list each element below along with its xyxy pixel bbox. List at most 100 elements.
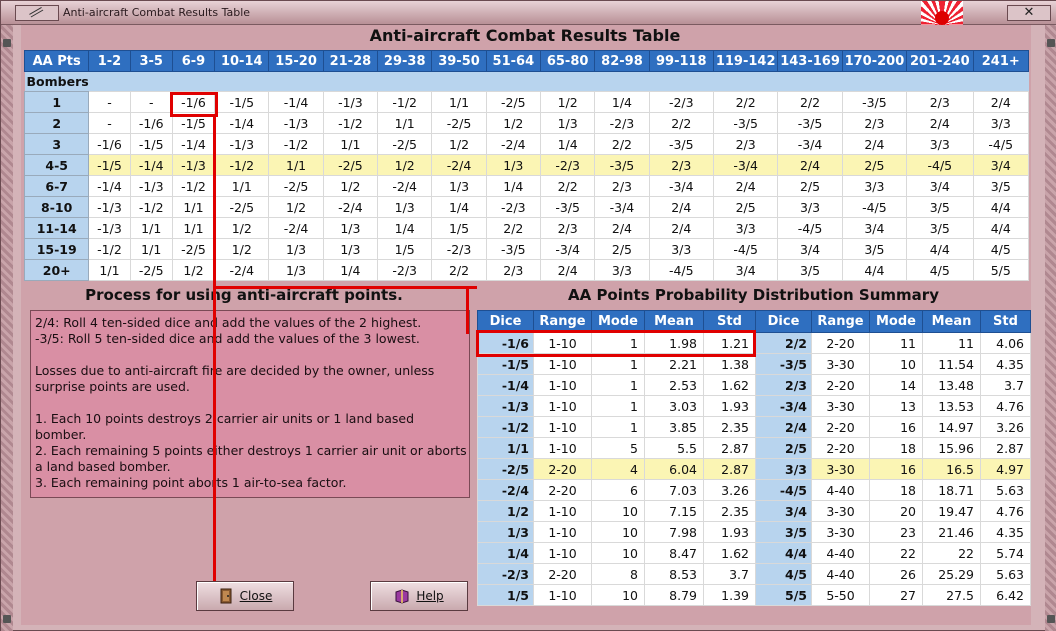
summary-cell: 2.35 <box>703 416 756 438</box>
crt-cell: -2/3 <box>648 91 714 113</box>
summary-cell: 11 <box>922 332 981 354</box>
door-icon <box>218 588 234 604</box>
summary-dice-cell: -3/5 <box>755 353 812 375</box>
crt-cell: 3/3 <box>841 175 908 197</box>
combat-results-table: AA Pts 1-2 3-5 6-9 10-14 15-20 21-28 29-38 39-5… <box>23 50 1029 281</box>
summary-cell: 1-10 <box>533 395 592 417</box>
crt-cell: -2/5 <box>485 91 541 113</box>
crt-cell: 2/2 <box>539 175 596 197</box>
crt-cell: 1/5 <box>377 238 433 260</box>
crt-cell: -1/2 <box>268 133 324 155</box>
summary-dice-cell: 1/4 <box>477 542 534 564</box>
crt-cell: 4/4 <box>906 238 974 260</box>
crt-cell: 3/4 <box>972 154 1029 176</box>
summary-cell: 10 <box>591 542 645 564</box>
summary-column-header: Range <box>533 310 592 333</box>
crt-cell: 1/1 <box>129 217 173 239</box>
help-button[interactable]: Help <box>370 581 468 611</box>
summary-cell: 18.71 <box>922 479 981 501</box>
crt-cell: -2/5 <box>377 133 433 155</box>
crt-cell: 1/4 <box>539 133 596 155</box>
crt-cell: -4/5 <box>712 238 779 260</box>
crt-cell: -1/3 <box>88 196 131 218</box>
crt-cell: -3/5 <box>594 154 650 176</box>
crt-cell: -2/3 <box>539 154 596 176</box>
summary-cell: 3.03 <box>644 395 704 417</box>
window-menu-button[interactable] <box>15 5 59 21</box>
summary-dice-cell: 1/2 <box>477 500 534 522</box>
title-bar[interactable]: Anti-aircraft Combat Results Table ✕ <box>1 1 1056 25</box>
crt-cell: 1/4 <box>322 259 379 281</box>
crt-cell: -4/5 <box>972 133 1029 155</box>
summary-dice-cell: 4/4 <box>755 542 812 564</box>
summary-cell: 2-20 <box>811 332 870 354</box>
summary-cell: 1-10 <box>533 500 592 522</box>
crt-cell: - <box>88 112 131 134</box>
summary-cell: 5.74 <box>980 542 1031 564</box>
crt-cell: 3/3 <box>648 238 714 260</box>
summary-row: -1/2 1-10 1 3.85 2.35 2/4 2-20 16 14.97 3.26 <box>477 416 1031 438</box>
crt-row-label: 3 <box>23 133 90 155</box>
crt-cell: 3/3 <box>594 259 650 281</box>
frame-left-border <box>1 25 13 631</box>
summary-cell: 7.03 <box>644 479 704 501</box>
summary-cell: 25.29 <box>922 563 981 585</box>
crt-cell: -2/3 <box>594 112 650 134</box>
crt-cell: 3/4 <box>841 217 908 239</box>
crt-cell: 1/2 <box>268 196 324 218</box>
summary-row: 1/2 1-10 10 7.15 2.35 3/4 3-30 20 19.47 4.76 <box>477 500 1031 522</box>
summary-cell: 2-20 <box>533 479 592 501</box>
summary-dice-cell: 2/5 <box>755 437 812 459</box>
crt-cell: 1/3 <box>539 112 596 134</box>
summary-cell: 1-10 <box>533 437 592 459</box>
crt-cell: 2/2 <box>648 112 714 134</box>
crt-cell: 3/4 <box>906 175 974 197</box>
crt-cell: - <box>88 91 131 113</box>
summary-cell: 6.04 <box>644 458 704 480</box>
crt-column-header: 170-200 <box>841 50 908 72</box>
summary-cell: 3-30 <box>811 353 870 375</box>
crt-cell: -3/5 <box>777 112 843 134</box>
close-button[interactable]: Close <box>196 581 294 611</box>
crt-cell: 1/1 <box>431 91 487 113</box>
summary-cell: 10 <box>591 521 645 543</box>
crt-cell: 2/4 <box>712 175 779 197</box>
summary-dice-cell: -1/3 <box>477 395 534 417</box>
crt-cell: 2/2 <box>485 217 541 239</box>
crt-cell: 2/5 <box>841 154 908 176</box>
help-button-label: Help <box>416 589 444 603</box>
summary-cell: 2.87 <box>703 437 756 459</box>
crt-cell: -2/5 <box>171 238 216 260</box>
summary-row: -2/5 2-20 4 6.04 2.87 3/3 3-30 16 16.5 4.97 <box>477 458 1031 480</box>
summary-cell: 27.5 <box>922 584 981 606</box>
summary-dice-cell: -1/5 <box>477 353 534 375</box>
process-line: Losses due to anti-aircraft fire are dec… <box>35 363 435 394</box>
summary-dice-cell: -3/4 <box>755 395 812 417</box>
summary-column-header: Mode <box>869 310 923 333</box>
summary-cell: 3.85 <box>644 416 704 438</box>
crt-cell: -2/5 <box>214 196 270 218</box>
crt-cell: 2/4 <box>648 217 714 239</box>
window-close-button[interactable]: ✕ <box>1007 5 1051 21</box>
crt-cell: 2/4 <box>906 112 974 134</box>
crt-cell: 3/5 <box>841 238 908 260</box>
crt-cell: 1/1 <box>214 175 270 197</box>
crt-row: 2- -1/6 -1/5 -1/4 -1/3 -1/2 1/1 -2/5 1/2 1/3 -2/3 2… <box>23 112 1029 134</box>
crt-cell: 1/2 <box>171 259 216 281</box>
summary-column-header: Dice <box>755 310 812 333</box>
crt-cell: 1/3 <box>377 196 433 218</box>
crt-row-label: 6-7 <box>23 175 90 197</box>
crt-cell: -1/3 <box>268 112 324 134</box>
summary-title: AA Points Probability Distribution Summa… <box>568 286 939 304</box>
crt-cell: -1/6 <box>129 112 173 134</box>
summary-row: -1/4 1-10 1 2.53 1.62 2/3 2-20 14 13.48 3.7 <box>477 374 1031 396</box>
crt-cell: 2/4 <box>539 259 596 281</box>
summary-column-header: Range <box>811 310 870 333</box>
crt-cell: 4/5 <box>972 238 1029 260</box>
summary-cell: 1 <box>591 353 645 375</box>
summary-cell: 4-40 <box>811 542 870 564</box>
crt-cell: -4/5 <box>841 196 908 218</box>
crt-cell: 2/4 <box>972 91 1029 113</box>
crt-cell: 1/3 <box>268 259 324 281</box>
summary-cell: 23 <box>869 521 923 543</box>
